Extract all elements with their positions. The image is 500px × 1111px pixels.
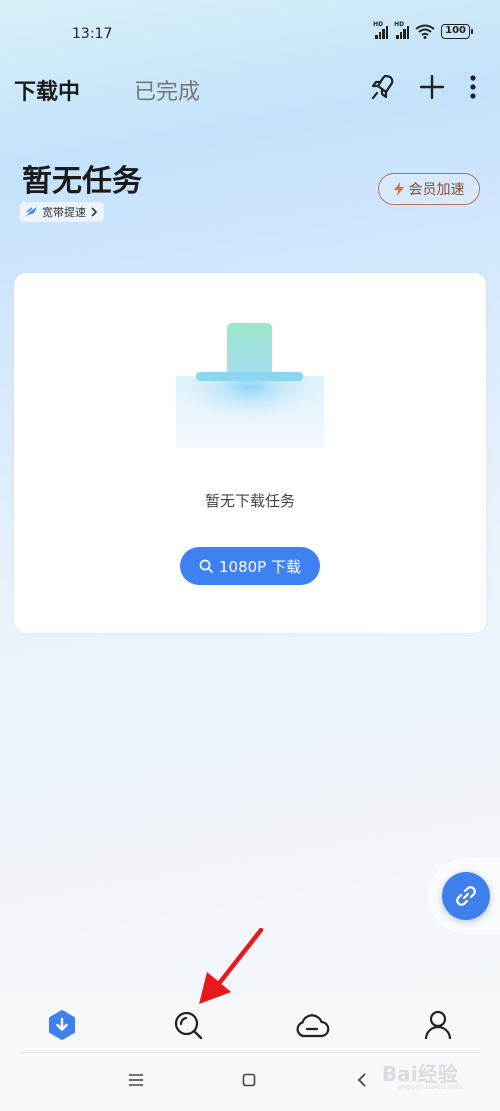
baidu-watermark: Bai经验 jingyan.baidu.com bbox=[382, 1062, 463, 1091]
system-home-button[interactable] bbox=[237, 1068, 261, 1092]
broadband-speedup-label: 宽带提速 bbox=[42, 206, 86, 219]
tab-completed[interactable]: 已完成 bbox=[134, 74, 200, 106]
download-tab-icon bbox=[49, 1010, 75, 1040]
nav-search[interactable] bbox=[168, 1005, 208, 1045]
add-link-button[interactable] bbox=[442, 872, 490, 920]
plus-icon[interactable] bbox=[418, 72, 446, 102]
profile-tab-icon bbox=[424, 1010, 452, 1040]
system-menu-button[interactable] bbox=[124, 1068, 148, 1092]
signal-icon: HD bbox=[373, 21, 389, 39]
empty-box-illustration bbox=[176, 323, 324, 448]
signal-icon: HD bbox=[394, 21, 410, 39]
nav-cloud[interactable] bbox=[292, 1005, 332, 1045]
vip-accelerate-button[interactable]: 会员加速 bbox=[378, 173, 480, 205]
system-divider bbox=[20, 1052, 480, 1053]
menu-icon bbox=[129, 1074, 143, 1086]
link-icon bbox=[456, 886, 476, 906]
status-time: 13:17 bbox=[72, 26, 113, 42]
more-icon[interactable] bbox=[468, 72, 478, 102]
download-1080p-label: 1080P 下载 bbox=[219, 557, 301, 576]
vip-accelerate-label: 会员加速 bbox=[408, 182, 465, 198]
search-tab-icon bbox=[174, 1011, 203, 1040]
battery-indicator: 100 bbox=[441, 24, 473, 39]
home-square-icon bbox=[242, 1073, 256, 1087]
system-back-button[interactable] bbox=[350, 1068, 374, 1092]
broadband-speedup-chip[interactable]: 宽带提速 bbox=[20, 202, 104, 222]
lightning-icon bbox=[393, 182, 404, 196]
rocket-icon[interactable] bbox=[368, 72, 396, 102]
search-icon bbox=[199, 559, 213, 573]
back-chevron-icon bbox=[357, 1073, 366, 1087]
annotation-arrow-icon bbox=[199, 928, 264, 1004]
swift-bird-icon bbox=[25, 207, 37, 217]
empty-state-message: 暂无下载任务 bbox=[204, 492, 295, 510]
download-1080p-button[interactable]: 1080P 下载 bbox=[180, 547, 320, 585]
chevron-right-icon bbox=[91, 207, 98, 217]
nav-download[interactable] bbox=[42, 1005, 82, 1045]
status-icons: HD HD 100 bbox=[373, 21, 473, 39]
wifi-icon bbox=[415, 24, 435, 39]
nav-profile[interactable] bbox=[418, 1005, 458, 1045]
cloud-tab-icon bbox=[296, 1014, 330, 1038]
tab-downloading[interactable]: 下载中 bbox=[14, 74, 80, 106]
page-title: 暂无任务 bbox=[22, 164, 142, 199]
